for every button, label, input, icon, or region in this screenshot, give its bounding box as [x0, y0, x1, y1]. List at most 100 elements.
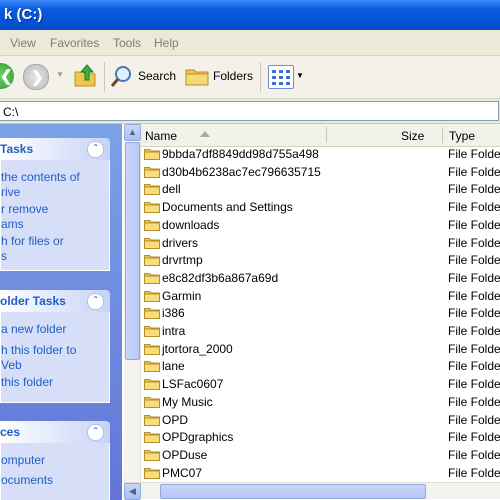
table-row[interactable]: OPDuse File Folder: [140, 447, 500, 464]
task-link[interactable]: a new folder: [1, 322, 66, 337]
table-row[interactable]: i386 File Folder: [140, 305, 500, 322]
collapse-icon[interactable]: ˆ: [87, 293, 104, 310]
file-name: Documents and Settings: [162, 200, 293, 215]
folder-icon: [144, 308, 160, 320]
menu-favorites[interactable]: Favorites: [50, 36, 99, 50]
task-link[interactable]: r remove: [1, 202, 48, 217]
file-type: File Folder: [448, 430, 500, 445]
vertical-scrollbar[interactable]: ▲: [124, 124, 141, 484]
folder-icon: [144, 343, 160, 355]
forward-icon[interactable]: ❯: [23, 64, 49, 90]
file-name: lane: [162, 359, 185, 374]
menu-bar: View Favorites Tools Help: [0, 30, 500, 56]
place-link[interactable]: omputer: [1, 453, 45, 468]
folders-button-label[interactable]: Folders: [213, 69, 253, 83]
folder-icon: [144, 184, 160, 196]
file-name: d30b4b6238ac7ec796635715: [162, 164, 321, 179]
table-row[interactable]: dell File Folder: [140, 181, 500, 198]
title-bar[interactable]: k (C:): [0, 0, 500, 30]
horizontal-scroll-thumb[interactable]: [160, 484, 426, 499]
table-row[interactable]: Garmin File Folder: [140, 288, 500, 305]
folder-icon: [144, 432, 160, 444]
file-name: jtortora_2000: [162, 341, 233, 356]
sort-ascending-icon: [200, 131, 210, 137]
toolbar: ❮ ❯ ▼ Search Folders ▼: [0, 56, 500, 99]
table-row[interactable]: lane File Folder: [140, 358, 500, 375]
file-name: drivers: [162, 235, 199, 250]
vertical-scroll-thumb[interactable]: [125, 142, 140, 360]
column-type[interactable]: Type: [449, 129, 475, 143]
task-link[interactable]: ams: [1, 217, 24, 232]
column-header: Name Size Type: [140, 124, 500, 147]
folder-icon: [144, 361, 160, 373]
task-link[interactable]: s: [1, 249, 7, 264]
scroll-left-icon[interactable]: ◀: [124, 483, 141, 500]
file-type: File Folder: [448, 164, 500, 179]
file-name: Garmin: [162, 288, 202, 303]
task-link[interactable]: rive: [1, 185, 20, 200]
file-type: File Folder: [448, 359, 500, 374]
file-type: File Folder: [448, 235, 500, 250]
folder-tasks-header[interactable]: older Tasks ˆ: [0, 290, 110, 312]
table-row[interactable]: Documents and Settings File Folder: [140, 199, 500, 216]
table-row[interactable]: OPD File Folder: [140, 412, 500, 429]
table-row[interactable]: downloads File Folder: [140, 217, 500, 234]
folder-icon: [144, 414, 160, 426]
file-name: 9bbda7df8849dd98d755a498: [162, 147, 319, 161]
file-name: PMC07: [162, 465, 203, 480]
table-row[interactable]: OPDgraphics File Folder: [140, 429, 500, 446]
file-type: File Folder: [448, 147, 500, 161]
table-row[interactable]: jtortora_2000 File Folder: [140, 341, 500, 358]
other-places-title: ces: [0, 425, 21, 439]
table-row[interactable]: drvrtmp File Folder: [140, 252, 500, 269]
system-tasks-panel: the contents of rive r remove ams h for …: [0, 160, 110, 271]
table-row[interactable]: e8c82df3b6a867a69d File Folder: [140, 270, 500, 287]
table-row[interactable]: drivers File Folder: [140, 235, 500, 252]
folder-icon: [144, 202, 160, 214]
folders-icon[interactable]: [184, 65, 210, 87]
address-field[interactable]: C:\: [0, 101, 499, 121]
folder-icon: [144, 467, 160, 479]
table-row[interactable]: PMC07 File Folder: [140, 465, 500, 482]
table-row[interactable]: LSFac0607 File Folder: [140, 376, 500, 393]
back-icon[interactable]: ❮: [0, 63, 14, 89]
task-link[interactable]: Veb: [1, 358, 22, 373]
other-places-header[interactable]: ces ˆ: [0, 421, 110, 443]
scroll-up-icon[interactable]: ▲: [124, 124, 141, 141]
system-tasks-header[interactable]: Tasks ˆ: [0, 138, 110, 160]
table-row[interactable]: d30b4b6238ac7ec796635715 File Folder: [140, 164, 500, 181]
collapse-icon[interactable]: ˆ: [87, 141, 104, 158]
column-name[interactable]: Name: [145, 129, 177, 143]
toolbar-separator: [260, 62, 261, 92]
file-type: File Folder: [448, 182, 500, 197]
menu-tools[interactable]: Tools: [113, 36, 141, 50]
views-icon[interactable]: [268, 65, 294, 89]
folder-icon: [144, 255, 160, 267]
collapse-icon[interactable]: ˆ: [87, 424, 104, 441]
task-link[interactable]: h this folder to: [1, 343, 76, 358]
column-separator[interactable]: [326, 127, 327, 143]
forward-dropdown-icon[interactable]: ▼: [56, 70, 64, 79]
horizontal-scrollbar[interactable]: ◀: [124, 482, 500, 500]
up-folder-icon[interactable]: [72, 62, 100, 90]
address-value: C:\: [3, 105, 19, 119]
task-link[interactable]: the contents of: [1, 170, 80, 185]
menu-view[interactable]: View: [10, 36, 36, 50]
column-separator[interactable]: [442, 127, 443, 143]
task-link[interactable]: h for files or: [1, 234, 64, 249]
column-size[interactable]: Size: [401, 129, 424, 143]
table-row[interactable]: My Music File Folder: [140, 394, 500, 411]
file-name: OPDuse: [162, 447, 208, 462]
file-name: OPD: [162, 412, 189, 427]
search-icon[interactable]: [110, 64, 134, 88]
views-dropdown-icon[interactable]: ▼: [296, 71, 304, 80]
place-link[interactable]: ocuments: [1, 473, 53, 488]
task-link[interactable]: this folder: [1, 375, 53, 390]
file-type: File Folder: [448, 270, 500, 285]
table-row[interactable]: 9bbda7df8849dd98d755a498 File Folder: [140, 146, 500, 163]
file-type: File Folder: [448, 341, 500, 356]
menu-help[interactable]: Help: [154, 36, 179, 50]
table-row[interactable]: intra File Folder: [140, 323, 500, 340]
file-list: Name Size Type 9bbda7df8849dd98d755a498 F…: [124, 124, 500, 500]
search-button-label[interactable]: Search: [138, 69, 176, 83]
